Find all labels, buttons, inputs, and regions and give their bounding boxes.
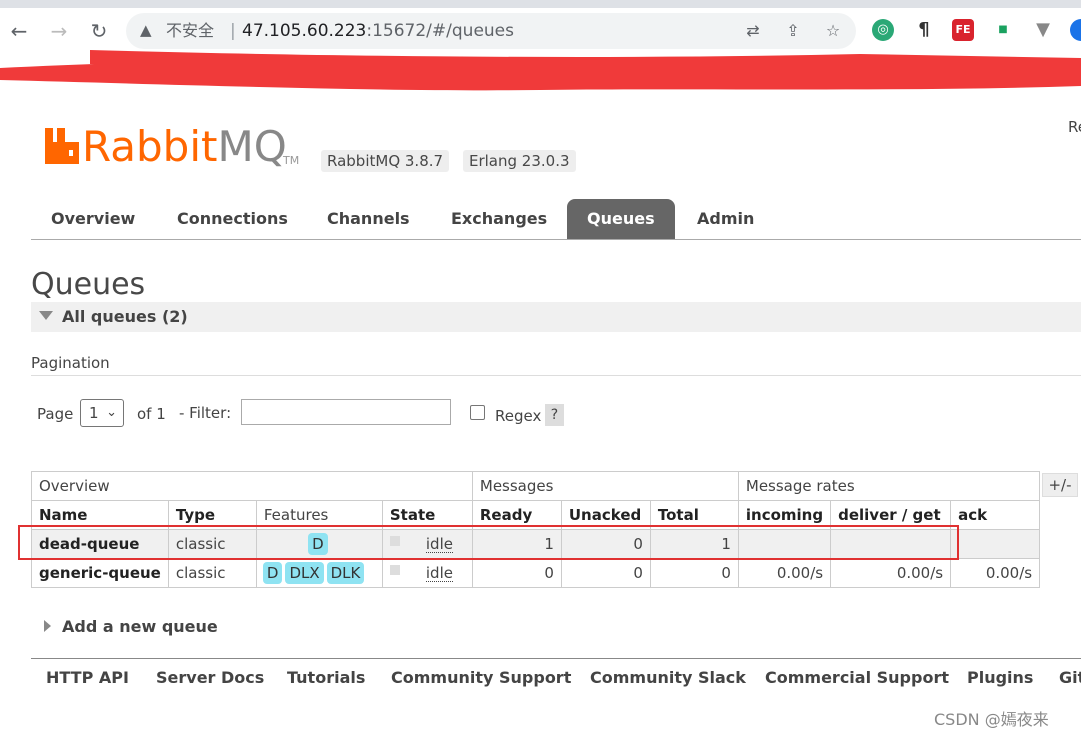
fe-extension-icon[interactable]: FE <box>952 19 974 41</box>
add-new-queue-toggle[interactable]: Add a new queue <box>62 617 218 636</box>
csdn-watermark: CSDN @嫣夜来 <box>934 710 1049 729</box>
footer-link-http-api[interactable]: HTTP API <box>46 668 129 687</box>
omnibox-separator: | <box>230 21 236 41</box>
ack-rate: 0.00/s <box>950 558 1041 588</box>
filter-input[interactable] <box>241 399 451 425</box>
footer-link-commercial-support[interactable]: Commercial Support <box>765 668 949 687</box>
footer-link-community-slack[interactable]: Community Slack <box>590 668 746 687</box>
queue-type: classic <box>167 558 257 588</box>
group-overview: Overview <box>31 471 473 501</box>
regex-help-button[interactable]: ? <box>545 404 564 426</box>
footer-divider <box>31 658 1081 659</box>
logo-mq: MQ <box>217 122 287 171</box>
regex-checkbox[interactable] <box>470 405 485 420</box>
state-indicator <box>389 565 400 575</box>
warning-triangle-icon[interactable]: ▲ <box>140 21 158 39</box>
group-message-rates: Message rates <box>737 471 1041 501</box>
logo-rabbit: Rabbit <box>82 122 218 171</box>
collapse-arrow-icon <box>39 311 53 320</box>
unacked-count: 0 <box>560 558 651 588</box>
filter-label: - Filter: <box>179 404 232 422</box>
profile-avatar-icon[interactable] <box>1070 19 1081 41</box>
column-toggle-button[interactable]: +/- <box>1042 473 1078 497</box>
erlang-version-badge: Erlang 23.0.3 <box>463 150 576 172</box>
logo-trademark: TM <box>283 154 300 167</box>
footer-link-server-docs[interactable]: Server Docs <box>156 668 264 687</box>
tab-connections[interactable]: Connections <box>157 199 308 239</box>
main-nav-tabs: Overview Connections Channels Exchanges … <box>31 199 1081 240</box>
redaction-scribble <box>0 50 1081 91</box>
user-info: Re <box>1068 118 1081 136</box>
page-title: Queues <box>31 267 146 302</box>
url-text[interactable]: 47.105.60.223:15672/#/queues <box>242 21 514 41</box>
deliver-get-rate: 0.00/s <box>830 558 952 588</box>
queue-name-link[interactable]: generic-queue <box>31 558 169 588</box>
feature-badge[interactable]: DLK <box>326 562 365 584</box>
tab-admin[interactable]: Admin <box>677 199 774 239</box>
annotation-highlight-box <box>18 525 959 560</box>
feature-badge[interactable]: DLX <box>285 562 324 584</box>
footer-link-tutorials[interactable]: Tutorials <box>287 668 365 687</box>
footer-link-community-support[interactable]: Community Support <box>391 668 571 687</box>
rabbitmq-logo-text: RabbitMQ <box>82 122 287 172</box>
group-messages: Messages <box>471 471 739 501</box>
insecure-label: 不安全 <box>166 21 215 40</box>
share-icon[interactable]: ⇪ <box>782 20 804 42</box>
green-extension-icon[interactable]: ■ <box>992 19 1014 41</box>
url-path: :15672/#/queues <box>366 21 514 41</box>
ack-rate <box>950 529 1041 559</box>
tab-queues[interactable]: Queues <box>567 199 675 239</box>
expand-arrow-icon <box>44 620 51 632</box>
extension-green-icon[interactable]: ◎ <box>872 19 894 41</box>
queue-state: idle <box>381 558 473 588</box>
tab-exchanges[interactable]: Exchanges <box>431 199 567 239</box>
chevron-down-icon: ⌄ <box>106 405 117 420</box>
footer-link-github[interactable]: Git <box>1059 668 1081 687</box>
ready-count: 0 <box>471 558 562 588</box>
v-extension-icon[interactable]: ▼ <box>1032 19 1054 41</box>
page-select-value: 1 <box>89 404 99 422</box>
feature-badge[interactable]: D <box>262 562 283 584</box>
translate-icon[interactable]: ⇄ <box>742 20 764 42</box>
footer-link-plugins[interactable]: Plugins <box>967 668 1033 687</box>
pagination-divider <box>31 375 1081 376</box>
pagination-label: Pagination <box>31 354 110 372</box>
tab-overview[interactable]: Overview <box>31 199 155 239</box>
col-ack[interactable]: ack <box>950 500 1041 530</box>
table-row[interactable]: generic-queue classic D DLX DLK idle 0 0 0… <box>31 558 1041 588</box>
tab-strip <box>0 0 1081 8</box>
regex-label: Regex <box>495 407 542 425</box>
rabbitmq-logo-icon <box>45 128 79 164</box>
url-host: 47.105.60.223 <box>242 21 367 41</box>
queue-features: D DLX DLK <box>255 558 383 588</box>
of-pages-label: of 1 <box>137 405 166 423</box>
all-queues-section-toggle[interactable]: All queues (2) <box>31 302 1081 332</box>
pilcrow-extension-icon[interactable]: ¶ <box>913 19 935 41</box>
rabbitmq-version-badge: RabbitMQ 3.8.7 <box>321 150 450 172</box>
tab-channels[interactable]: Channels <box>307 199 430 239</box>
section-title: All queues (2) <box>62 307 188 326</box>
star-icon[interactable]: ☆ <box>822 20 844 42</box>
page-label: Page <box>37 405 74 423</box>
total-count: 0 <box>649 558 739 588</box>
state-label: idle <box>425 564 453 582</box>
incoming-rate: 0.00/s <box>737 558 832 588</box>
page-select[interactable]: 1 ⌄ <box>80 399 124 427</box>
table-group-header: Overview Messages Message rates <box>31 471 1041 501</box>
